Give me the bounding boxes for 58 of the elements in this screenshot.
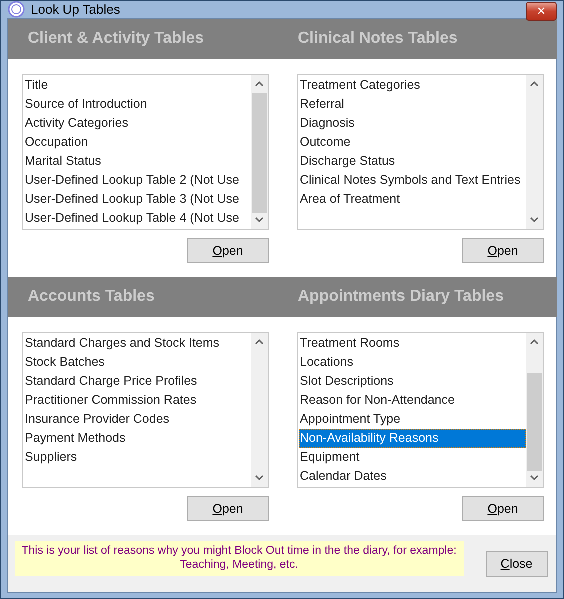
list-item[interactable]: Standard Charges and Stock Items (24, 334, 251, 353)
list-item[interactable]: Standard Charge Price Profiles (24, 372, 251, 391)
section-title: Client & Activity Tables (28, 30, 204, 48)
scrollbar[interactable] (526, 75, 543, 229)
scroll-up-icon[interactable] (255, 81, 264, 87)
list-item[interactable]: Suppliers (24, 448, 251, 467)
section-title: Appointments Diary Tables (298, 288, 504, 306)
list-item[interactable]: Payment Methods (24, 429, 251, 448)
window-title: Look Up Tables (31, 2, 120, 17)
list-item[interactable]: Calendar Dates (299, 467, 526, 486)
list-item[interactable]: Occupation (24, 133, 251, 152)
list-item[interactable]: Clinical Notes Symbols and Text Entries (299, 171, 526, 190)
scroll-up-icon[interactable] (530, 81, 539, 87)
table-list[interactable]: Standard Charges and Stock Items Stock Batches Standard Charge Price Profiles Practitioner Commission Rates Insurance Provider Codes Payment Methods Suppliers (22, 332, 269, 488)
list-item[interactable]: Practitioner Commission Rates (24, 391, 251, 410)
list-item[interactable]: User-Defined Lookup Table 2 (Not Use (24, 171, 251, 190)
list-item[interactable]: Treatment Rooms (299, 334, 526, 353)
list-item[interactable]: Insurance Provider Codes (24, 410, 251, 429)
scrollbar[interactable] (251, 75, 268, 229)
scroll-down-icon[interactable] (255, 217, 264, 223)
scroll-down-icon[interactable] (255, 475, 264, 481)
scrollbar[interactable] (526, 333, 543, 487)
list-item[interactable]: Equipment (299, 448, 526, 467)
section-title: Clinical Notes Tables (298, 30, 458, 48)
open-button[interactable]: Open (462, 238, 544, 263)
list-item[interactable]: Marital Status (24, 152, 251, 171)
list-item[interactable]: Area of Treatment (299, 190, 526, 209)
list-item[interactable]: Non-Availability Reasons (299, 429, 526, 448)
scroll-up-icon[interactable] (255, 339, 264, 345)
list-item[interactable]: Title (24, 76, 251, 95)
open-button[interactable]: Open (187, 496, 269, 521)
list-item[interactable]: Source of Introduction (24, 95, 251, 114)
close-dialog-button[interactable]: Close (486, 550, 548, 576)
open-button[interactable]: Open (462, 496, 544, 521)
list-item[interactable]: User-Defined Lookup Table 3 (Not Use (24, 190, 251, 209)
scroll-up-icon[interactable] (530, 339, 539, 345)
table-list[interactable]: Title Source of Introduction Activity Categories Occupation Marital Status User-Defined Lookup Table 2 (Not Use User-Defined Lookup Table 3 (Not Use User-Defined Lookup Table 4 (Not Use (22, 74, 269, 230)
section-title: Accounts Tables (28, 288, 155, 306)
table-list[interactable]: Treatment Rooms Locations Slot Descriptions Reason for Non-Attendance Appointment Type Non-Availability Reasons Equipment Calendar Dates (297, 332, 544, 488)
hint-text: This is your list of reasons why you might Block Out time in the the diary, for example: Teaching, Meeting, etc. (15, 541, 464, 576)
scroll-down-icon[interactable] (530, 475, 539, 481)
list-item[interactable]: Slot Descriptions (299, 372, 526, 391)
list-item[interactable]: Referral (299, 95, 526, 114)
list-item[interactable]: Treatment Categories (299, 76, 526, 95)
open-button[interactable]: Open (187, 238, 269, 263)
table-list[interactable]: Treatment Categories Referral Diagnosis Outcome Discharge Status Clinical Notes Symbols and Text Entries Area of Treatment (297, 74, 544, 230)
scrollbar[interactable] (251, 333, 268, 487)
list-item[interactable]: Stock Batches (24, 353, 251, 372)
list-item[interactable]: Reason for Non-Attendance (299, 391, 526, 410)
list-item[interactable]: User-Defined Lookup Table 4 (Not Use (24, 209, 251, 228)
list-item[interactable]: Diagnosis (299, 114, 526, 133)
list-item[interactable]: Discharge Status (299, 152, 526, 171)
scroll-down-icon[interactable] (530, 217, 539, 223)
list-item[interactable]: Activity Categories (24, 114, 251, 133)
list-item[interactable]: Locations (299, 353, 526, 372)
list-item[interactable]: Outcome (299, 133, 526, 152)
list-item[interactable]: Appointment Type (299, 410, 526, 429)
close-button[interactable]: ✕ (526, 2, 557, 21)
